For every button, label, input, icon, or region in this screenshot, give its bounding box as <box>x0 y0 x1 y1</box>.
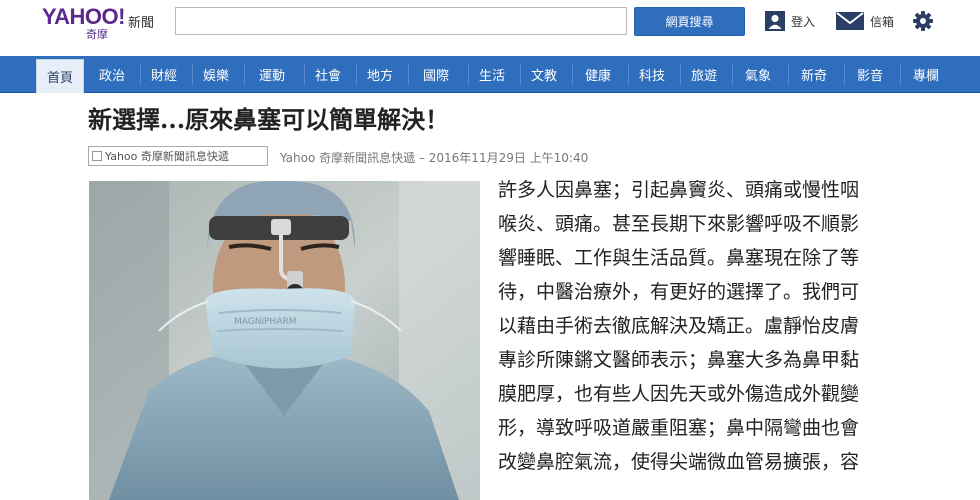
nav-divider <box>304 64 305 84</box>
nav-divider <box>520 64 521 84</box>
article-body-line: 專診所陳鏘文醫師表示；鼻塞大多為鼻甲黏 <box>498 349 860 371</box>
nav-divider <box>192 64 193 84</box>
nav-divider <box>140 64 141 84</box>
article-photo: MAGNIPHARM <box>89 181 480 500</box>
source-logo[interactable]: Yahoo 奇摩新聞訊息快遞 <box>88 146 268 166</box>
nav-item[interactable]: 健康 <box>572 56 624 92</box>
article-body-line: 響睡眠、工作與生活品質。鼻塞現在除了等 <box>498 247 860 269</box>
nav-item[interactable]: 科技 <box>628 56 676 92</box>
nav-item[interactable]: 國際 <box>408 56 464 92</box>
nav-item[interactable]: 社會 <box>304 56 352 92</box>
nav-divider <box>732 64 733 84</box>
gear-icon <box>913 11 933 31</box>
article-body-line: 形，導致呼吸道嚴重阻塞；鼻中隔彎曲也會 <box>498 417 860 439</box>
logo-wordmark: YAHOO! <box>42 4 125 29</box>
search-input[interactable] <box>175 7 627 35</box>
login-label: 登入 <box>791 14 816 29</box>
logo-subtitle: 奇摩 <box>86 28 108 41</box>
mail-label: 信箱 <box>870 14 895 29</box>
article-body-line: 喉炎、頭痛。甚至長期下來影響呼吸不順影 <box>498 213 860 235</box>
broken-image-icon <box>92 151 102 161</box>
user-icon <box>765 11 785 31</box>
article-byline: Yahoo 奇摩新聞訊息快遞 – 2016年11月29日 上午10:40 <box>280 151 589 165</box>
nav-item[interactable]: 地方 <box>356 56 404 92</box>
nav-item[interactable]: 氣象 <box>732 56 784 92</box>
nav-item[interactable]: 文教 <box>520 56 568 92</box>
nav-divider <box>572 64 573 84</box>
nav-divider <box>900 64 901 84</box>
article-body-line: 改變鼻腔氣流，使得尖端微血管易擴張，容 <box>498 451 860 473</box>
mail-icon <box>836 11 864 31</box>
svg-text:MAGNIPHARM: MAGNIPHARM <box>234 317 297 327</box>
article-title: 新選擇...原來鼻塞可以簡單解決！ <box>88 105 450 134</box>
nav-item[interactable]: 政治 <box>88 56 136 92</box>
web-search-button[interactable]: 網頁搜尋 <box>634 7 745 36</box>
nav-item[interactable]: 娛樂 <box>192 56 240 92</box>
nav-divider <box>788 64 789 84</box>
nav-item[interactable]: 專欄 <box>900 56 952 92</box>
nav-divider <box>844 64 845 84</box>
login-link[interactable]: 登入 <box>765 11 815 31</box>
nav-item[interactable]: 首頁 <box>36 59 84 93</box>
category-nav: 首頁 政治 財經 娛樂 運動 社會 地方 國際 生活 文教 健康 科技 旅遊 氣象 新奇 影音 專欄 <box>0 56 980 93</box>
nav-item[interactable]: 生活 <box>468 56 516 92</box>
section-name[interactable]: 新聞 <box>128 12 154 31</box>
top-header: YAHOO! 奇摩 新聞 網頁搜尋 登入 信箱 <box>0 0 980 50</box>
nav-item[interactable]: 新奇 <box>788 56 840 92</box>
article-body-line: 膜肥厚，也有些人因先天或外傷造成外觀變 <box>498 383 860 405</box>
nav-item[interactable]: 影音 <box>844 56 896 92</box>
source-logo-alt: Yahoo 奇摩新聞訊息快遞 <box>105 150 229 163</box>
nav-item[interactable]: 旅遊 <box>680 56 728 92</box>
nav-item[interactable]: 財經 <box>140 56 188 92</box>
article-body: 許多人因鼻塞；引起鼻竇炎、頭痛或慢性咽 喉炎、頭痛。甚至長期下來影響呼吸不順影 響睡… <box>498 173 898 479</box>
mail-link[interactable]: 信箱 <box>836 11 894 31</box>
article-body-line: 以藉由手術去徹底解決及矯正。盧靜怡皮膚 <box>498 315 860 337</box>
nav-item[interactable]: 運動 <box>244 56 300 92</box>
nav-divider <box>468 64 469 84</box>
nav-divider <box>356 64 357 84</box>
nav-divider <box>628 64 629 84</box>
settings-button[interactable] <box>913 11 933 31</box>
article-body-line: 待，中醫治療外，有更好的選擇了。我們可 <box>498 281 860 303</box>
nav-divider <box>408 64 409 84</box>
yahoo-logo[interactable]: YAHOO! 奇摩 <box>42 4 126 41</box>
article-body-line: 許多人因鼻塞；引起鼻竇炎、頭痛或慢性咽 <box>498 179 860 201</box>
nav-divider <box>244 64 245 84</box>
nav-divider <box>680 64 681 84</box>
